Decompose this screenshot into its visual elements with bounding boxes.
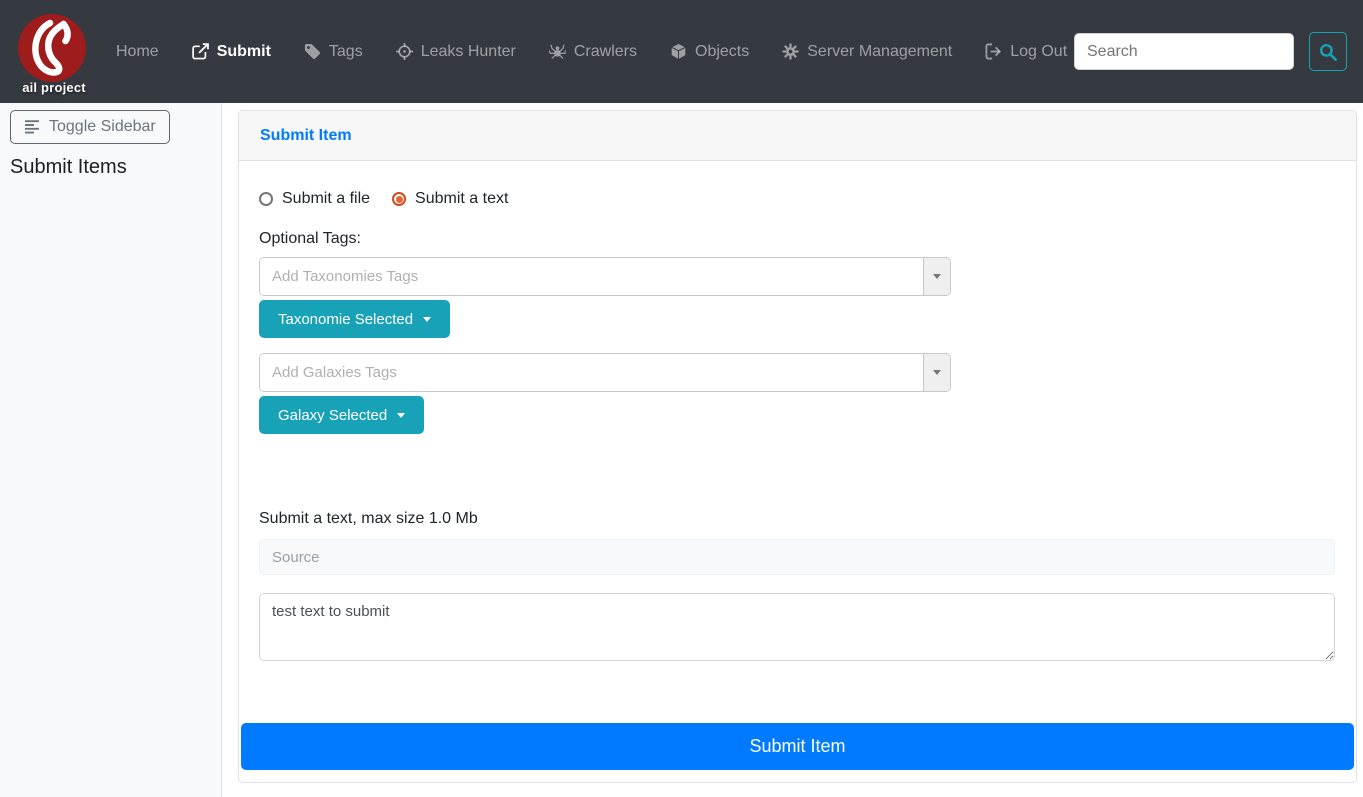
taxonomies-dropdown-toggle[interactable] <box>923 258 950 295</box>
nav-label: Home <box>116 43 159 61</box>
galaxy-selected-label: Galaxy Selected <box>278 407 387 424</box>
cube-icon <box>670 43 687 60</box>
main-content: Submit Item Submit a file Submit a text … <box>222 103 1363 797</box>
ail-logo-glyph <box>18 14 86 82</box>
search-icon <box>1319 43 1337 61</box>
nav-item-server-management[interactable]: Server Management <box>782 43 952 61</box>
edit-icon <box>192 43 209 60</box>
navbar-search <box>1074 32 1347 71</box>
nav-label: Server Management <box>807 43 952 61</box>
galaxies-dropdown-toggle[interactable] <box>923 354 950 391</box>
taxonomie-selected-dropdown[interactable]: Taxonomie Selected <box>259 300 450 338</box>
top-navbar: ail project Home Submit Tags Lea <box>0 0 1363 103</box>
sign-out-icon <box>985 43 1002 60</box>
galaxies-tags-input[interactable] <box>260 354 923 391</box>
nav-label: Tags <box>329 43 363 61</box>
galaxies-tags-group <box>259 353 951 392</box>
tag-icon <box>304 43 321 60</box>
radio-circle-unselected[interactable] <box>259 192 273 206</box>
toggle-sidebar-label: Toggle Sidebar <box>49 118 156 136</box>
search-input[interactable] <box>1074 33 1294 70</box>
caret-down-icon <box>423 317 431 322</box>
radio-submit-text[interactable]: Submit a text <box>392 190 508 208</box>
radio-submit-file[interactable]: Submit a file <box>259 190 370 208</box>
caret-down-icon <box>933 370 941 375</box>
galaxy-selected-dropdown[interactable]: Galaxy Selected <box>259 396 424 434</box>
card-title: Submit Item <box>260 127 352 145</box>
radio-circle-selected[interactable] <box>392 192 406 206</box>
source-input[interactable] <box>259 539 1335 575</box>
toggle-sidebar-button[interactable]: Toggle Sidebar <box>10 110 170 144</box>
nav-item-home[interactable]: Home <box>116 43 159 61</box>
taxonomies-tags-group <box>259 257 951 296</box>
left-sidebar: Toggle Sidebar Submit Items <box>0 103 222 797</box>
search-button[interactable] <box>1309 32 1347 71</box>
nav-item-leaks-hunter[interactable]: Leaks Hunter <box>396 43 516 61</box>
align-left-icon <box>24 119 40 135</box>
submit-mode-radio-group: Submit a file Submit a text <box>259 189 1336 209</box>
radio-label: Submit a text <box>415 190 508 208</box>
nav-item-objects[interactable]: Objects <box>670 43 749 61</box>
gear-icon <box>782 43 799 60</box>
caret-down-icon <box>397 413 405 418</box>
crosshairs-icon <box>396 43 413 60</box>
taxonomies-tags-input[interactable] <box>260 258 923 295</box>
submit-item-card: Submit Item Submit a file Submit a text … <box>238 110 1357 783</box>
submit-item-button[interactable]: Submit Item <box>241 723 1354 770</box>
optional-tags-label: Optional Tags: <box>259 229 1336 248</box>
sidebar-title: Submit Items <box>10 156 211 179</box>
nav-label: Objects <box>695 43 749 61</box>
spider-icon <box>549 43 566 60</box>
ail-logo-circle <box>18 14 86 82</box>
ail-logo-text: ail project <box>8 80 100 95</box>
paste-text-area[interactable]: test text to submit <box>259 593 1335 661</box>
radio-label: Submit a file <box>282 190 370 208</box>
nav-item-tags[interactable]: Tags <box>304 43 363 61</box>
taxonomie-selected-label: Taxonomie Selected <box>278 311 413 328</box>
nav-label: Log Out <box>1010 43 1067 61</box>
nav-label: Submit <box>217 43 271 61</box>
ail-logo[interactable]: ail project <box>16 5 88 99</box>
nav-item-submit[interactable]: Submit <box>192 43 271 61</box>
nav-item-crawlers[interactable]: Crawlers <box>549 43 637 61</box>
nav-label: Crawlers <box>574 43 637 61</box>
main-nav: Home Submit Tags Leaks Hunter <box>116 43 1067 61</box>
caret-down-icon <box>933 274 941 279</box>
nav-label: Leaks Hunter <box>421 43 516 61</box>
card-body: Submit a file Submit a text Optional Tag… <box>239 161 1356 770</box>
text-section-label: Submit a text, max size 1.0 Mb <box>259 509 1336 528</box>
card-header: Submit Item <box>239 111 1356 161</box>
nav-item-log-out[interactable]: Log Out <box>985 43 1067 61</box>
